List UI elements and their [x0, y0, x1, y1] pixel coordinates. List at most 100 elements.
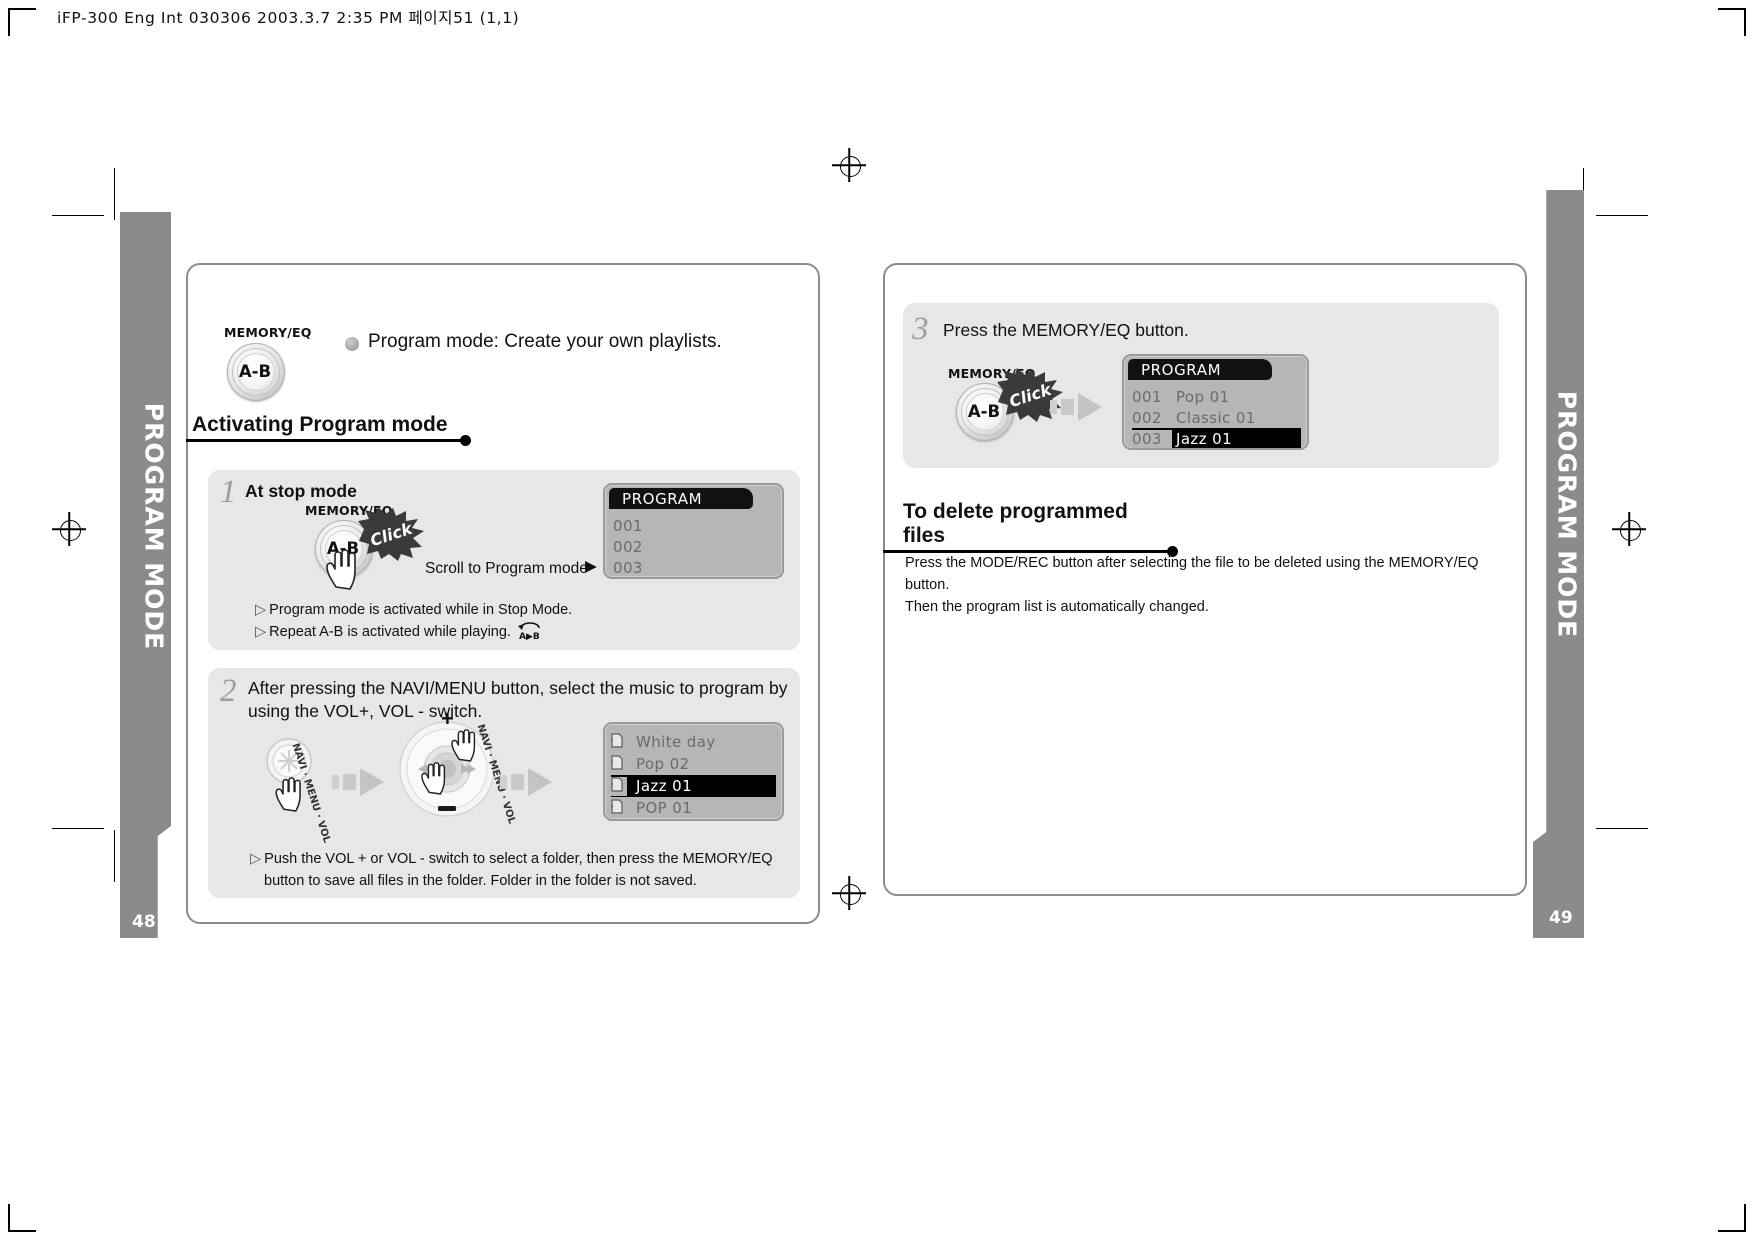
- lcd-row-index: 003: [613, 558, 643, 577]
- lcd-row-selected: 003 Jazz 01: [1132, 428, 1301, 448]
- step-1-note-2: ▷ Repeat A-B is activated while playing.: [255, 622, 511, 644]
- crop-mark-bottom-left-v: [8, 1204, 10, 1232]
- delete-body-line3: Then the program list is automatically c…: [905, 599, 1209, 615]
- repeat-ab-label: A▶B: [519, 632, 540, 642]
- lcd-row: 003: [613, 557, 776, 577]
- triangle-bullet-icon: ▷: [250, 851, 262, 867]
- trim-line: [114, 168, 116, 220]
- lcd-title-bar: PROGRAM: [609, 488, 753, 509]
- lcd-row-name: Jazz 01: [1176, 429, 1233, 448]
- registration-mark-left: [52, 512, 86, 546]
- section-rule: [186, 435, 471, 446]
- crop-mark-bottom-right-h: [1718, 1230, 1746, 1232]
- ab-knob-label: A-B: [238, 361, 272, 381]
- lcd-row: 002: [613, 536, 776, 557]
- step-3-number: 3: [912, 311, 929, 347]
- lcd-screen-step2: White day Pop 02 Jazz 01 POP 01: [603, 722, 784, 821]
- click-burst-step1: Click: [358, 507, 424, 561]
- file-header: iFP-300 Eng Int 030306 2003.3.7 2:35 PM …: [57, 9, 520, 27]
- triangle-bullet-icon: ▷: [255, 624, 267, 640]
- side-tab-right-label: PROGRAM MODE: [1552, 390, 1582, 639]
- step-1-title: At stop mode: [245, 481, 357, 501]
- side-tab-left-label: PROGRAM MODE: [139, 402, 169, 651]
- lcd-row-name: Pop 02: [636, 755, 690, 773]
- lcd-title: PROGRAM: [622, 489, 703, 508]
- step-2-note-line2-wrap: button to save all files in the folder. …: [264, 871, 784, 893]
- step-2-note: ▷ Push the VOL + or VOL - switch to selec…: [250, 849, 780, 871]
- arrow-right-icon-2: [500, 765, 556, 804]
- crop-mark-bottom-right-v: [1744, 1204, 1746, 1232]
- step-2-note-line2: button to save all files in the folder. …: [264, 873, 697, 889]
- lcd-screen-step3: PROGRAM 001 Pop 01 002 Classic 01 003 Ja…: [1122, 354, 1309, 450]
- step-3-title: Press the MEMORY/EQ button.: [943, 320, 1189, 340]
- registration-mark-top: [832, 148, 866, 182]
- hand-cursor-icon-step2c: [418, 760, 450, 801]
- memory-eq-label: MEMORY/EQ: [224, 325, 312, 340]
- step-2-note-line1: Push the VOL + or VOL - switch to select…: [264, 851, 773, 867]
- side-tab-left: PROGRAM MODE 48: [120, 212, 171, 938]
- page-number-right: 49: [1549, 908, 1573, 928]
- lcd-row-name: Classic 01: [1176, 408, 1256, 427]
- crop-mark-top-left-v: [8, 8, 10, 36]
- file-icon: [611, 754, 627, 774]
- lcd-row: POP 01: [611, 797, 776, 819]
- lcd-row: White day: [611, 731, 776, 753]
- lcd-row-list: 001 Pop 01 002 Classic 01 003 Jazz 01: [1132, 386, 1301, 448]
- file-icon: [611, 776, 627, 796]
- delete-body-line2: button.: [905, 577, 950, 593]
- trim-line: [52, 828, 104, 830]
- lcd-row: 002 Classic 01: [1132, 407, 1301, 428]
- intro-description: Program mode: Create your own playlists.: [368, 331, 722, 352]
- page-number-left: 48: [132, 912, 156, 932]
- lcd-row: 001 Pop 01: [1132, 386, 1301, 407]
- hand-cursor-icon-step2b: [448, 727, 480, 768]
- section-title: Activating Program mode: [192, 413, 448, 436]
- section-header-delete: To delete programmed files: [883, 500, 1178, 557]
- bullet-dot-icon: [345, 337, 359, 351]
- delete-body-line1: Press the MODE/REC button after selectin…: [905, 555, 1479, 571]
- section-header-activating: Activating Program mode: [186, 413, 471, 446]
- lcd-row-index: 001: [1132, 387, 1162, 406]
- lcd-row-index: 002: [1132, 408, 1162, 427]
- trim-line: [1596, 828, 1648, 830]
- crop-mark-bottom-left-h: [8, 1230, 36, 1232]
- scroll-arrow-icon: ▶: [585, 558, 597, 575]
- step-1-number: 1: [220, 474, 237, 510]
- side-tab-right: PROGRAM MODE 49: [1533, 190, 1584, 938]
- lcd-title: PROGRAM: [1141, 360, 1222, 379]
- lcd-row-name: Jazz 01: [636, 777, 693, 795]
- trim-line: [52, 215, 104, 217]
- lcd-row-list: White day Pop 02 Jazz 01 POP 01: [611, 731, 776, 819]
- scroll-to-program-label: Scroll to Program mode: [425, 560, 588, 577]
- arrow-right-icon-1: [332, 765, 388, 804]
- trim-line: [1596, 215, 1648, 217]
- lcd-row-selected: Jazz 01: [611, 775, 776, 797]
- lcd-row-index: 002: [613, 537, 643, 556]
- registration-mark-bottom: [832, 876, 866, 910]
- lcd-row-name: POP 01: [636, 799, 693, 817]
- step-2-number: 2: [220, 673, 237, 709]
- step-2-title-line1: After pressing the NAVI/MENU button, sel…: [248, 678, 788, 698]
- lcd-row-index: 003: [1132, 429, 1172, 448]
- section-rule-dot: [460, 435, 471, 446]
- lcd-row-index: 001: [613, 516, 643, 535]
- step-1-note-2-text: Repeat A-B is activated while playing.: [269, 624, 511, 640]
- trim-line: [114, 830, 116, 882]
- lcd-row-list: 001 002 003: [613, 515, 776, 577]
- triangle-bullet-icon: ▷: [255, 602, 267, 618]
- lcd-row: Pop 02: [611, 753, 776, 775]
- lcd-row-name: Pop 01: [1176, 387, 1230, 406]
- crop-mark-top-right-v: [1744, 8, 1746, 36]
- arrow-right-icon-3: [1050, 390, 1106, 429]
- step-1-note-1-text: Program mode is activated while in Stop …: [269, 602, 573, 618]
- lcd-row-name: White day: [636, 733, 716, 751]
- crop-mark-top-right-h: [1718, 8, 1746, 10]
- lcd-screen-step1: PROGRAM 001 002 003: [603, 483, 784, 579]
- file-icon: [611, 732, 627, 752]
- delete-section-title: To delete programmed files: [903, 500, 1128, 547]
- hand-cursor-icon-step1: [322, 547, 362, 596]
- lcd-title-bar: PROGRAM: [1128, 359, 1272, 380]
- lcd-row: 001: [613, 515, 776, 536]
- file-icon: [611, 798, 627, 818]
- registration-mark-right: [1612, 512, 1646, 546]
